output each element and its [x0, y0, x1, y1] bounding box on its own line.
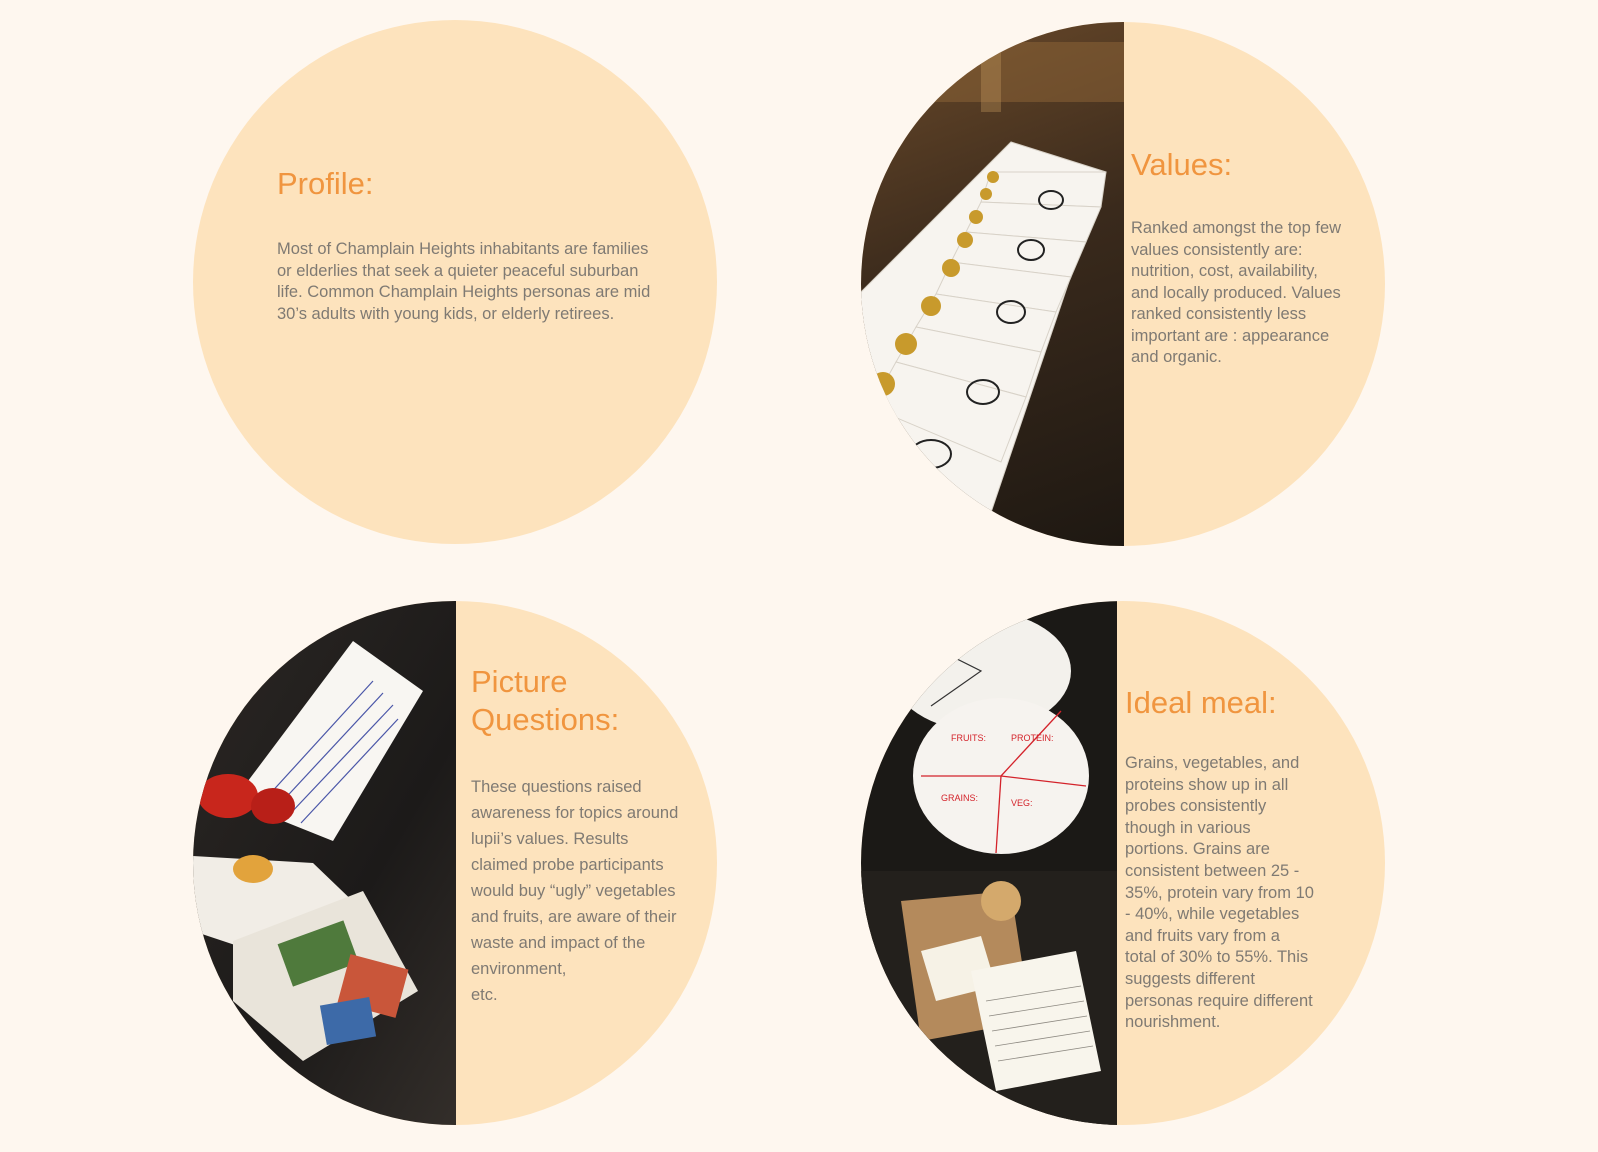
picture-questions-title: Picture Questions: [471, 663, 619, 739]
values-text: Ranked amongst the top few values consis… [1131, 219, 1342, 366]
picture-questions-title-line2: Questions: [471, 702, 620, 737]
picture-questions-text: These questions raised awareness for top… [471, 778, 679, 1004]
picture-question-cards-photo [193, 601, 456, 1125]
profile-title: Profile: [277, 166, 374, 201]
picture-cards-icon [193, 641, 423, 1061]
ideal-meal-text: Grains, vegetables, and proteins show up… [1125, 754, 1314, 1032]
svg-text:PROTEIN:: PROTEIN: [1011, 733, 1054, 743]
ideal-meal-title: Ideal meal: [1125, 685, 1277, 720]
profile-text: Most of Champlain Heights inhabitants ar… [277, 240, 651, 323]
value-cards-icon [861, 22, 1124, 543]
picture-questions-title-line1: Picture [471, 664, 568, 699]
meal-plate-icon: FRUITS: PROTEIN: GRAINS: VEG: [861, 611, 1117, 1125]
svg-text:FRUITS:: FRUITS: [951, 733, 986, 743]
picture-questions-circle: Picture Questions: These questions raise… [193, 601, 717, 1125]
ideal-meal-circle: FRUITS: PROTEIN: GRAINS: VEG: Ideal meal… [861, 601, 1385, 1125]
values-title: Values: [1131, 147, 1233, 182]
value-ranking-cards-photo [861, 22, 1124, 546]
meal-plate-and-recipe-journal-photo: FRUITS: PROTEIN: GRAINS: VEG: [861, 601, 1117, 1125]
svg-text:VEG:: VEG: [1011, 798, 1033, 808]
values-circle: Values: Ranked amongst the top few value… [861, 22, 1385, 546]
svg-text:GRAINS:: GRAINS: [941, 793, 978, 803]
profile-circle: Profile: Most of Champlain Heights inhab… [193, 20, 717, 544]
